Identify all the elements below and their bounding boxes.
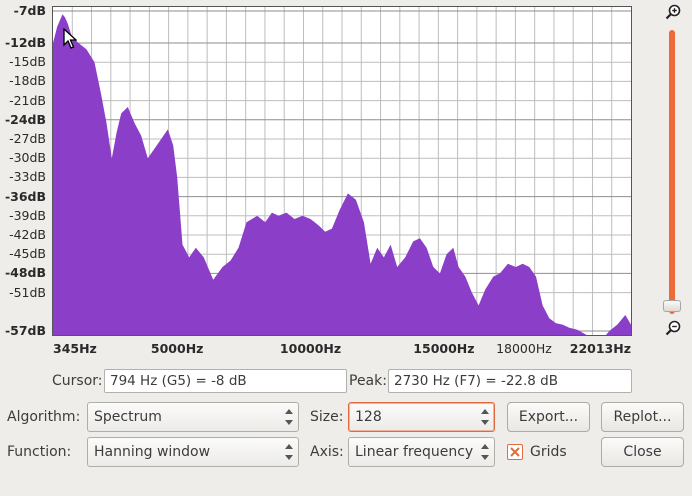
cursor-label: Cursor: <box>52 373 103 389</box>
updown-arrows-icon <box>285 444 293 460</box>
axis-select-value: Linear frequency <box>355 444 474 460</box>
axis-label: Axis: <box>310 444 344 460</box>
close-button[interactable]: Close <box>601 437 684 467</box>
algorithm-label: Algorithm: <box>7 409 81 425</box>
x-tick-label: 18000Hz <box>496 341 552 356</box>
y-tick-label: -33dB <box>9 169 46 185</box>
function-select[interactable]: Hanning window <box>87 437 299 467</box>
updown-arrows-icon <box>285 409 293 425</box>
mouse-pointer-icon <box>63 28 77 49</box>
y-tick-label: -48dB <box>4 265 46 281</box>
y-tick-label: -24dB <box>4 111 46 127</box>
y-tick-label: -39dB <box>9 207 46 223</box>
y-tick-label: -15dB <box>9 54 46 70</box>
peak-readout-field[interactable]: 2730 Hz (F7) = -22.8 dB <box>388 369 632 393</box>
y-tick-label: -7dB <box>13 3 46 18</box>
peak-label: Peak: <box>349 373 387 389</box>
size-label: Size: <box>310 409 344 425</box>
x-tick-label: 15000Hz <box>413 341 475 356</box>
function-select-value: Hanning window <box>94 444 211 460</box>
grids-checkbox[interactable] <box>507 444 523 460</box>
spectrum-graph[interactable] <box>53 7 631 335</box>
zoom-in-icon <box>665 4 681 20</box>
replot-button[interactable]: Replot... <box>601 402 684 432</box>
zoom-slider-handle[interactable] <box>663 300 681 312</box>
checkmark-icon <box>510 447 520 457</box>
x-tick-label: 10000Hz <box>279 341 342 356</box>
zoom-slider-track[interactable] <box>669 30 675 314</box>
y-tick-label: -57dB <box>4 323 46 338</box>
y-tick-label: -27dB <box>9 131 46 146</box>
updown-arrows-icon <box>481 444 489 460</box>
zoom-out-icon <box>665 320 681 336</box>
algorithm-select-value: Spectrum <box>94 409 162 425</box>
x-tick-label: 22013Hz <box>569 341 631 356</box>
y-tick-label: -42dB <box>9 227 46 242</box>
y-tick-label: -12dB <box>4 35 46 50</box>
y-tick-label: -36dB <box>4 188 46 204</box>
y-tick-label: -18dB <box>9 73 46 89</box>
y-tick-label: -30dB <box>9 150 46 166</box>
spectrum-plot[interactable] <box>52 6 632 336</box>
function-label: Function: <box>7 444 72 460</box>
x-tick-label: 5000Hz <box>150 341 204 356</box>
size-select-value: 128 <box>355 409 382 425</box>
size-select[interactable]: 128 <box>348 402 495 432</box>
y-tick-label: -21dB <box>9 92 46 108</box>
x-tick-label: 345Hz <box>53 341 97 356</box>
axis-select[interactable]: Linear frequency <box>348 437 495 467</box>
y-tick-label: -51dB <box>9 284 46 300</box>
y-tick-label: -45dB <box>9 246 46 262</box>
zoom-out-button[interactable] <box>664 319 682 337</box>
cursor-readout-field[interactable]: 794 Hz (G5) = -8 dB <box>104 369 347 393</box>
updown-arrows-icon <box>481 409 489 425</box>
grids-label[interactable]: Grids <box>530 444 567 460</box>
export-button[interactable]: Export... <box>507 402 590 432</box>
zoom-in-button[interactable] <box>664 3 682 21</box>
algorithm-select[interactable]: Spectrum <box>87 402 299 432</box>
